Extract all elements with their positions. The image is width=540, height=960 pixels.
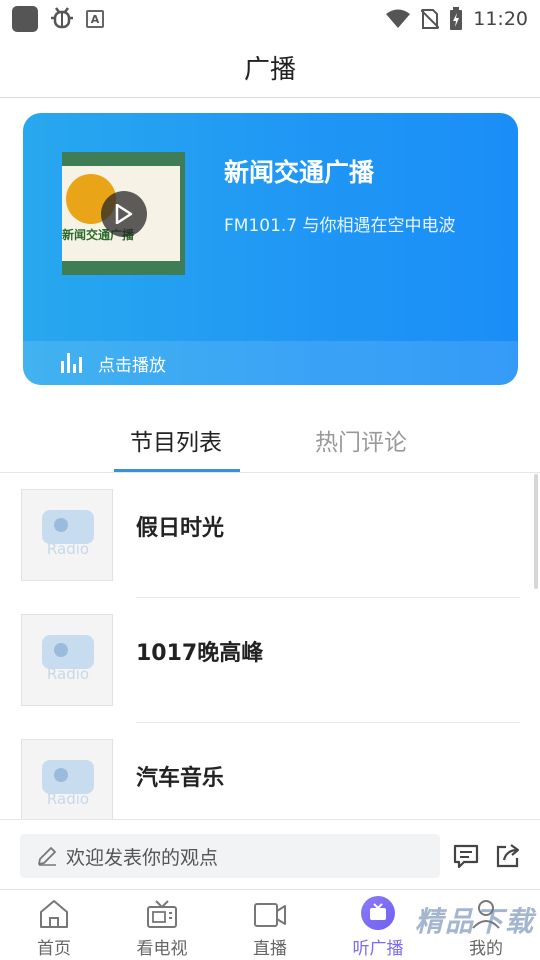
program-title: 1017晚高峰 bbox=[136, 641, 264, 666]
program-item[interactable]: Radio 汽车音乐 bbox=[0, 724, 540, 819]
program-thumbnail: Radio bbox=[21, 489, 113, 581]
comment-bar: 欢迎发表你的观点 bbox=[0, 819, 540, 889]
comment-input[interactable]: 欢迎发表你的观点 bbox=[20, 834, 440, 878]
radio-icon bbox=[42, 760, 94, 794]
play-label: 点击播放 bbox=[98, 355, 166, 376]
page-title: 广播 bbox=[243, 55, 296, 85]
play-icon[interactable] bbox=[101, 191, 147, 237]
thumbnail-label: Radio bbox=[46, 540, 90, 558]
program-item[interactable]: Radio 1017晚高峰 bbox=[0, 599, 540, 723]
home-icon bbox=[40, 900, 68, 928]
a-icon: A bbox=[86, 10, 104, 28]
radio-tv-icon bbox=[361, 896, 395, 930]
active-tab-indicator bbox=[114, 469, 240, 472]
station-name: 新闻交通广播 bbox=[224, 158, 375, 187]
divider bbox=[136, 597, 520, 598]
audio-bars-icon bbox=[61, 353, 82, 373]
video-camera-icon bbox=[254, 903, 286, 927]
pencil-icon bbox=[38, 847, 56, 866]
bug-icon bbox=[50, 4, 74, 34]
comment-icon[interactable] bbox=[452, 842, 480, 870]
play-bar[interactable]: 点击播放 bbox=[23, 341, 518, 385]
app-square-icon bbox=[12, 6, 38, 32]
program-title: 假日时光 bbox=[136, 516, 225, 541]
nav-live[interactable]: 直播 bbox=[216, 890, 324, 960]
status-bar: A 11:20 bbox=[0, 0, 540, 38]
tab-hot-comments[interactable]: 热门评论 bbox=[315, 423, 407, 457]
radio-icon bbox=[42, 510, 94, 544]
watermark: 精品下载 bbox=[415, 905, 536, 938]
scrollbar[interactable] bbox=[534, 474, 538, 589]
page-header: 广播 bbox=[0, 38, 540, 98]
station-description: FM101.7 与你相遇在空中电波 bbox=[224, 216, 456, 236]
nav-label: 首页 bbox=[37, 939, 71, 959]
tab-program-list[interactable]: 节目列表 bbox=[130, 423, 222, 457]
nav-home[interactable]: 首页 bbox=[0, 890, 108, 960]
station-banner[interactable]: 新闻交通广播 新闻交通广播 FM101.7 与你相遇在空中电波 点击播放 bbox=[23, 113, 518, 385]
nav-label: 直播 bbox=[253, 939, 287, 959]
station-cover[interactable]: 新闻交通广播 bbox=[62, 152, 185, 275]
program-list: Radio 假日时光 Radio 1017晚高峰 Radio 汽车音乐 bbox=[0, 474, 540, 819]
divider bbox=[136, 722, 520, 723]
thumbnail-label: Radio bbox=[46, 790, 90, 808]
battery-charging-icon bbox=[450, 7, 463, 30]
program-title: 汽车音乐 bbox=[136, 766, 225, 791]
comment-placeholder: 欢迎发表你的观点 bbox=[66, 846, 219, 869]
program-thumbnail: Radio bbox=[21, 614, 113, 706]
nav-label: 看电视 bbox=[136, 939, 188, 959]
content-tabs: 节目列表 热门评论 bbox=[0, 405, 540, 473]
thumbnail-label: Radio bbox=[46, 665, 90, 683]
status-time: 11:20 bbox=[473, 8, 528, 30]
program-thumbnail: Radio bbox=[21, 739, 113, 819]
wifi-icon bbox=[386, 9, 411, 28]
program-item[interactable]: Radio 假日时光 bbox=[0, 474, 540, 598]
share-icon[interactable] bbox=[494, 842, 522, 870]
no-sim-icon bbox=[421, 9, 440, 29]
tv-icon bbox=[147, 900, 177, 928]
radio-icon bbox=[42, 635, 94, 669]
nav-watch-tv[interactable]: 看电视 bbox=[108, 890, 216, 960]
